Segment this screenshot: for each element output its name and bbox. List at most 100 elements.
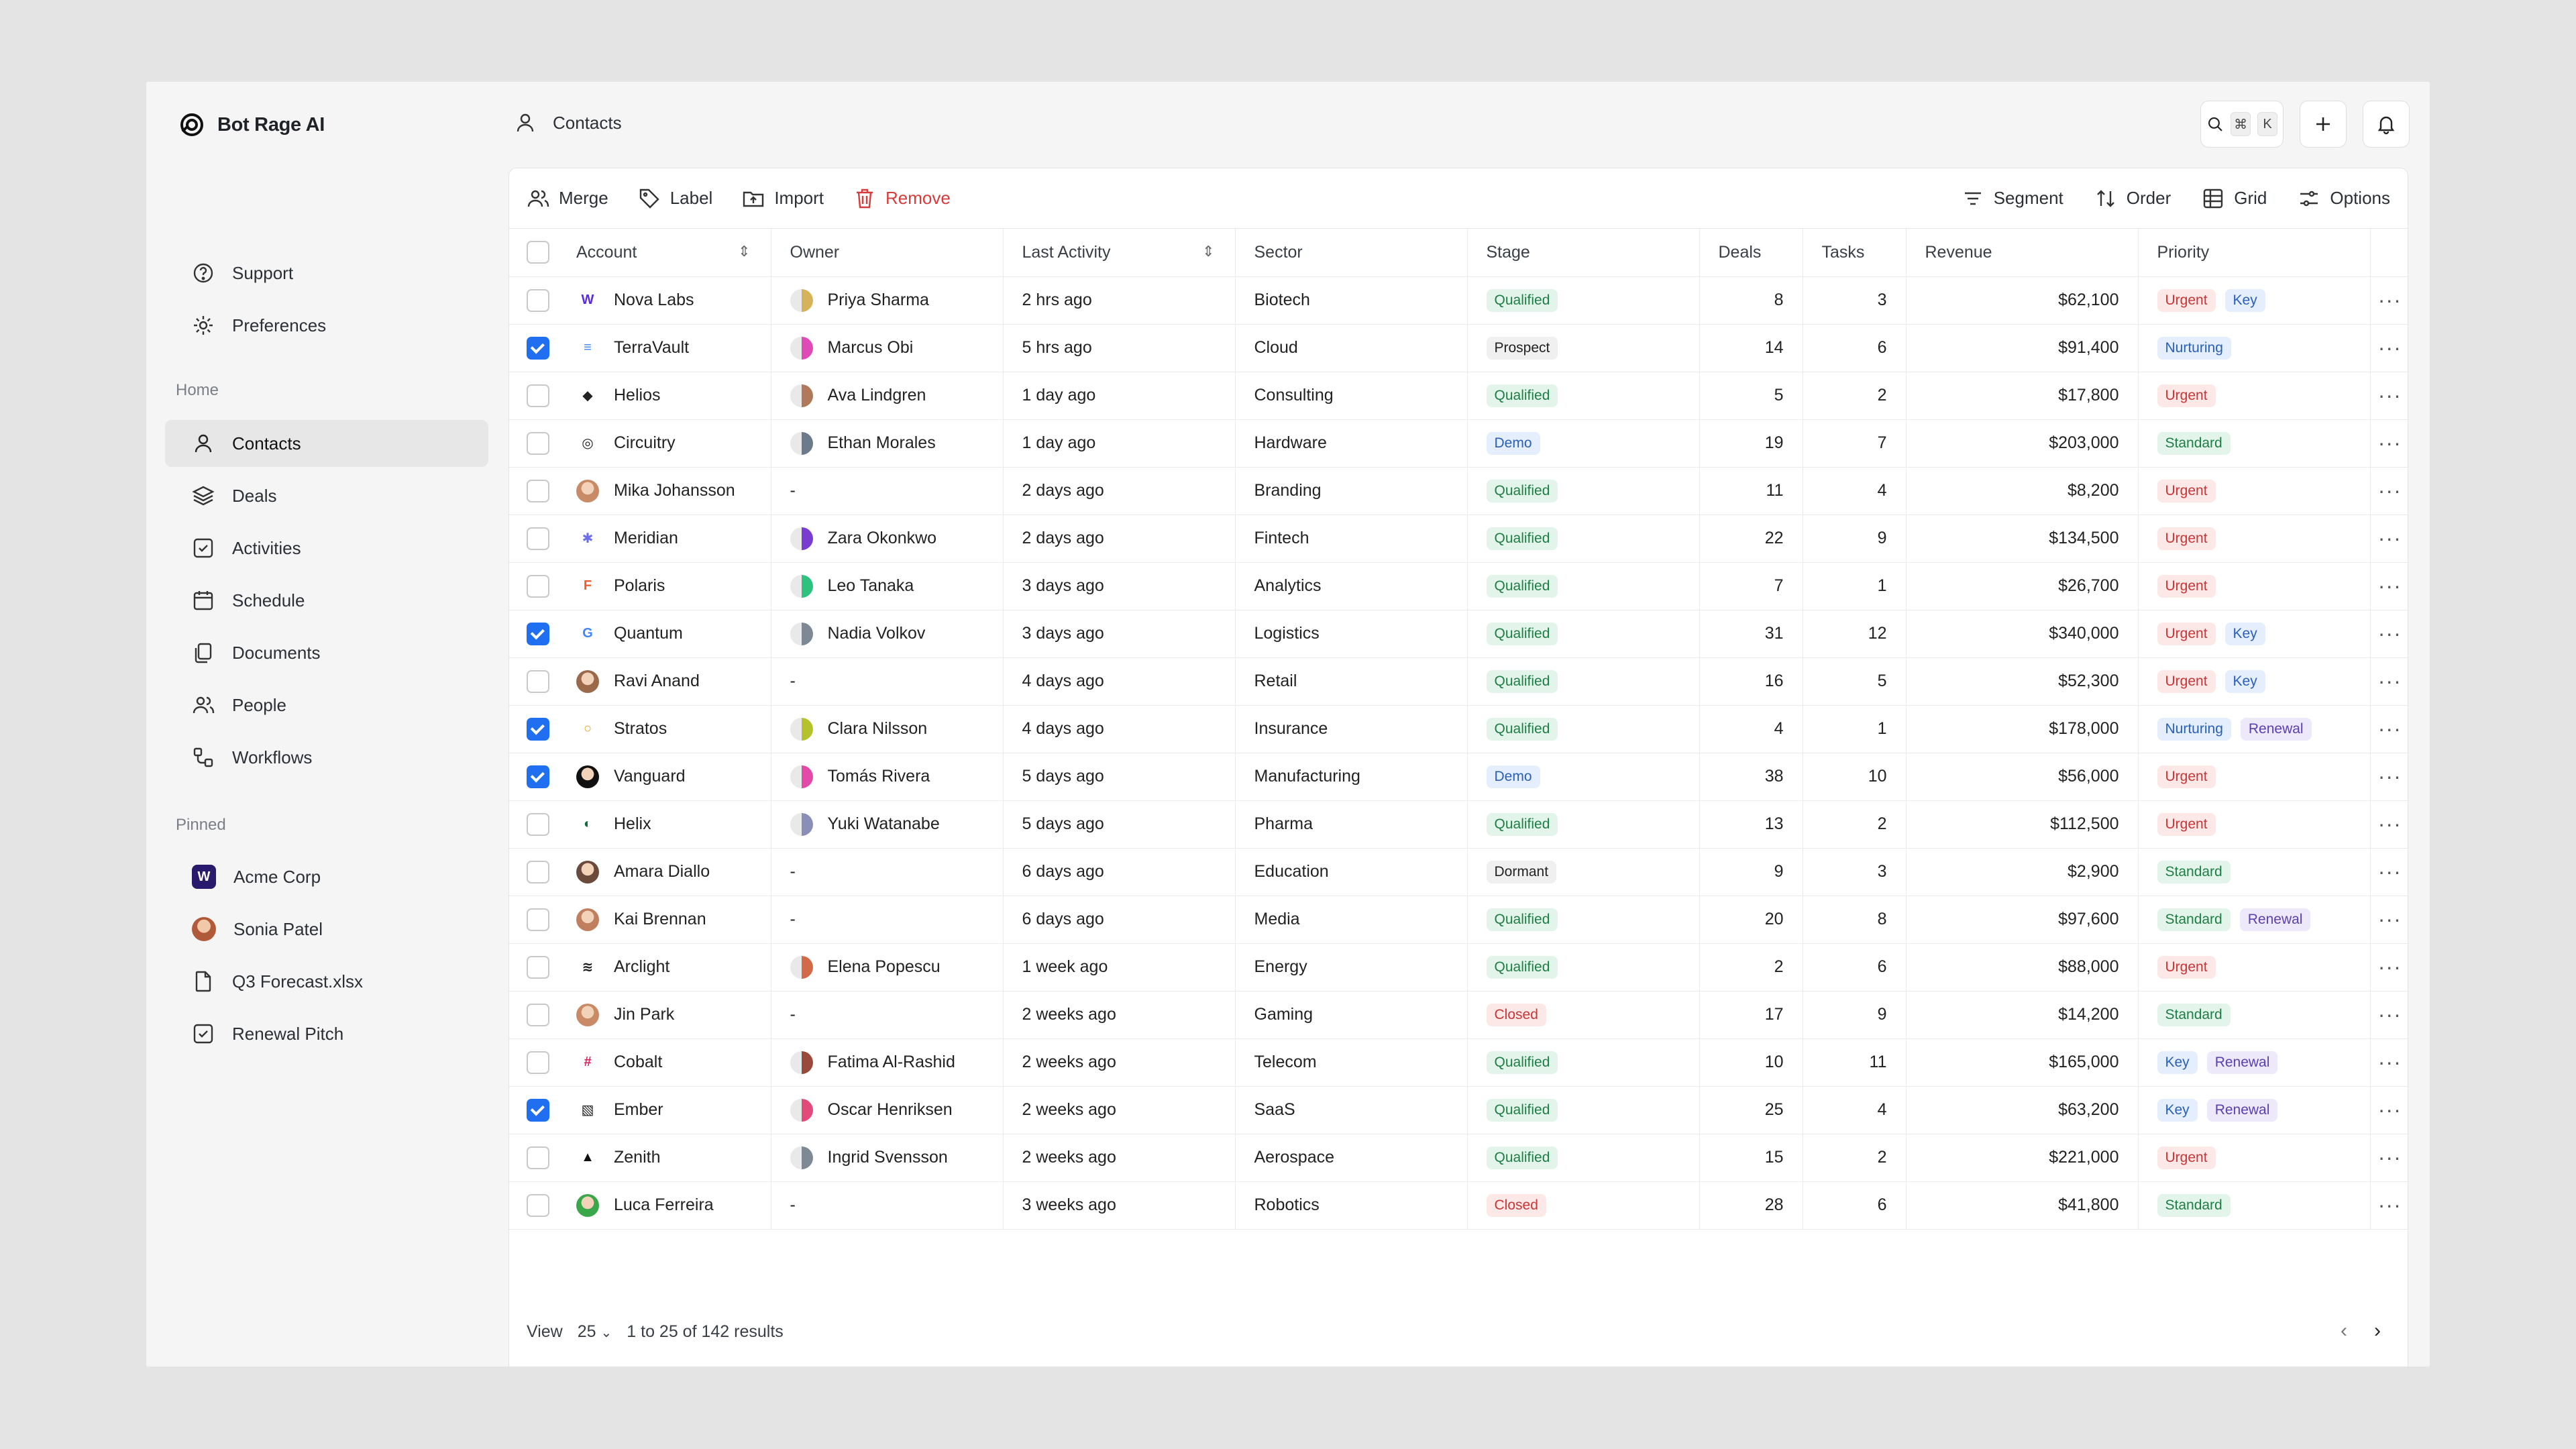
import-button[interactable]: Import: [742, 187, 824, 210]
table-row[interactable]: Amara Diallo - 6 days ago Education Dorm…: [509, 848, 2409, 896]
account-cell[interactable]: ◎ Circuitry: [557, 419, 771, 468]
account-cell[interactable]: W Nova Labs: [557, 276, 771, 325]
row-checkbox[interactable]: [527, 955, 549, 979]
owner-cell[interactable]: -: [771, 991, 1004, 1039]
account-cell[interactable]: Mika Johansson: [557, 467, 771, 515]
sort-toggle-icon[interactable]: ⇕: [1202, 243, 1214, 260]
table-row[interactable]: ▧ Ember Oscar Henriksen 2 weeks ago SaaS …: [509, 1086, 2409, 1134]
table-row[interactable]: F Polaris Leo Tanaka 3 days ago Analytics…: [509, 562, 2409, 610]
account-cell[interactable]: ▲ Zenith: [557, 1134, 771, 1182]
column-header-account[interactable]: Account ⇕: [557, 229, 771, 277]
account-cell[interactable]: Vanguard: [557, 753, 771, 801]
account-cell[interactable]: F Polaris: [557, 562, 771, 610]
row-actions-button[interactable]: ···: [2370, 800, 2409, 849]
owner-cell[interactable]: Oscar Henriksen: [771, 1086, 1004, 1134]
sidebar-item-schedule[interactable]: Schedule: [165, 577, 488, 624]
table-row[interactable]: G Quantum Nadia Volkov 3 days ago Logisti…: [509, 610, 2409, 658]
brand[interactable]: Bot Rage AI: [178, 111, 325, 138]
row-actions-button[interactable]: ···: [2370, 943, 2409, 991]
table-row[interactable]: ◎ Circuitry Ethan Morales 1 day ago Hardw…: [509, 419, 2409, 468]
account-cell[interactable]: Ravi Anand: [557, 657, 771, 706]
row-checkbox[interactable]: [527, 622, 549, 645]
sidebar-item-deals[interactable]: Deals: [165, 472, 488, 519]
account-cell[interactable]: Jin Park: [557, 991, 771, 1039]
row-checkbox[interactable]: [527, 812, 549, 836]
account-cell[interactable]: ○ Stratos: [557, 705, 771, 753]
row-actions-button[interactable]: ···: [2370, 753, 2409, 801]
table-row[interactable]: ≋ Arclight Elena Popescu 1 week ago Energ…: [509, 943, 2409, 991]
account-cell[interactable]: Luca Ferreira: [557, 1181, 771, 1230]
column-header-sector[interactable]: Sector: [1235, 229, 1468, 277]
row-actions-button[interactable]: ···: [2370, 467, 2409, 515]
column-header-priority[interactable]: Priority: [2138, 229, 2371, 277]
row-actions-button[interactable]: ···: [2370, 1134, 2409, 1182]
row-actions-button[interactable]: ···: [2370, 276, 2409, 325]
row-checkbox[interactable]: [527, 1146, 549, 1169]
search-button[interactable]: ⌘ K: [2200, 101, 2284, 148]
row-checkbox[interactable]: [527, 1098, 549, 1122]
account-cell[interactable]: Kai Brennan: [557, 896, 771, 944]
table-row[interactable]: ◐ Helix Yuki Watanabe 5 days ago Pharma Q…: [509, 800, 2409, 849]
pinned-item-sonia-patel[interactable]: Sonia Patel: [165, 906, 488, 953]
row-actions-button[interactable]: ···: [2370, 419, 2409, 468]
row-actions-button[interactable]: ···: [2370, 1181, 2409, 1230]
row-actions-button[interactable]: ···: [2370, 372, 2409, 420]
label-button[interactable]: Label: [638, 187, 712, 210]
row-actions-button[interactable]: ···: [2370, 610, 2409, 658]
owner-cell[interactable]: Marcus Obi: [771, 324, 1004, 372]
merge-button[interactable]: Merge: [527, 187, 608, 210]
sidebar-item-workflows[interactable]: Workflows: [165, 734, 488, 781]
row-actions-button[interactable]: ···: [2370, 991, 2409, 1039]
table-row[interactable]: Jin Park - 2 weeks ago Gaming Closed 17 …: [509, 991, 2409, 1039]
pinned-item-renewal-pitch[interactable]: Renewal Pitch: [165, 1010, 488, 1057]
row-checkbox[interactable]: [527, 717, 549, 741]
next-page-icon[interactable]: ›: [2374, 1320, 2381, 1342]
pinned-item-q3-forecast[interactable]: Q3 Forecast.xlsx: [165, 958, 488, 1005]
account-cell[interactable]: ≋ Arclight: [557, 943, 771, 991]
table-row[interactable]: Mika Johansson - 2 days ago Branding Qua…: [509, 467, 2409, 515]
owner-cell[interactable]: Ingrid Svensson: [771, 1134, 1004, 1182]
row-checkbox[interactable]: [527, 336, 549, 360]
row-checkbox[interactable]: [527, 384, 549, 407]
owner-cell[interactable]: Yuki Watanabe: [771, 800, 1004, 849]
sidebar-item-people[interactable]: People: [165, 682, 488, 729]
row-checkbox[interactable]: [527, 574, 549, 598]
owner-cell[interactable]: -: [771, 1181, 1004, 1230]
column-header-owner[interactable]: Owner: [771, 229, 1004, 277]
row-actions-button[interactable]: ···: [2370, 1038, 2409, 1087]
sidebar-item-documents[interactable]: Documents: [165, 629, 488, 676]
sidebar-item-support[interactable]: Support: [165, 250, 488, 297]
page-size-select[interactable]: 25 ⌄: [578, 1322, 612, 1342]
owner-cell[interactable]: Tomás Rivera: [771, 753, 1004, 801]
row-actions-button[interactable]: ···: [2370, 705, 2409, 753]
sidebar-item-contacts[interactable]: Contacts: [165, 420, 488, 467]
table-row[interactable]: ✱ Meridian Zara Okonkwo 2 days ago Fintec…: [509, 515, 2409, 563]
table-row[interactable]: ◆ Helios Ava Lindgren 1 day ago Consultin…: [509, 372, 2409, 420]
row-checkbox[interactable]: [527, 860, 549, 883]
table-row[interactable]: W Nova Labs Priya Sharma 2 hrs ago Biotec…: [509, 276, 2409, 325]
row-actions-button[interactable]: ···: [2370, 1086, 2409, 1134]
sidebar-item-activities[interactable]: Activities: [165, 525, 488, 572]
table-row[interactable]: Ravi Anand - 4 days ago Retail Qualified…: [509, 657, 2409, 706]
column-header-revenue[interactable]: Revenue: [1906, 229, 2139, 277]
account-cell[interactable]: ◆ Helios: [557, 372, 771, 420]
table-row[interactable]: Luca Ferreira - 3 weeks ago Robotics Clo…: [509, 1181, 2409, 1230]
column-header-deals[interactable]: Deals: [1699, 229, 1803, 277]
owner-cell[interactable]: Priya Sharma: [771, 276, 1004, 325]
account-cell[interactable]: ◐ Helix: [557, 800, 771, 849]
account-cell[interactable]: Amara Diallo: [557, 848, 771, 896]
owner-cell[interactable]: Ethan Morales: [771, 419, 1004, 468]
remove-button[interactable]: Remove: [853, 187, 951, 210]
account-cell[interactable]: # Cobalt: [557, 1038, 771, 1087]
grid-button[interactable]: Grid: [2202, 187, 2267, 210]
owner-cell[interactable]: Clara Nilsson: [771, 705, 1004, 753]
owner-cell[interactable]: Ava Lindgren: [771, 372, 1004, 420]
row-checkbox[interactable]: [527, 669, 549, 693]
account-cell[interactable]: G Quantum: [557, 610, 771, 658]
owner-cell[interactable]: Zara Okonkwo: [771, 515, 1004, 563]
row-checkbox[interactable]: [527, 908, 549, 931]
select-all-checkbox[interactable]: [527, 241, 549, 264]
row-checkbox[interactable]: [527, 527, 549, 550]
table-row[interactable]: Kai Brennan - 6 days ago Media Qualified…: [509, 896, 2409, 944]
account-cell[interactable]: ≡ TerraVault: [557, 324, 771, 372]
